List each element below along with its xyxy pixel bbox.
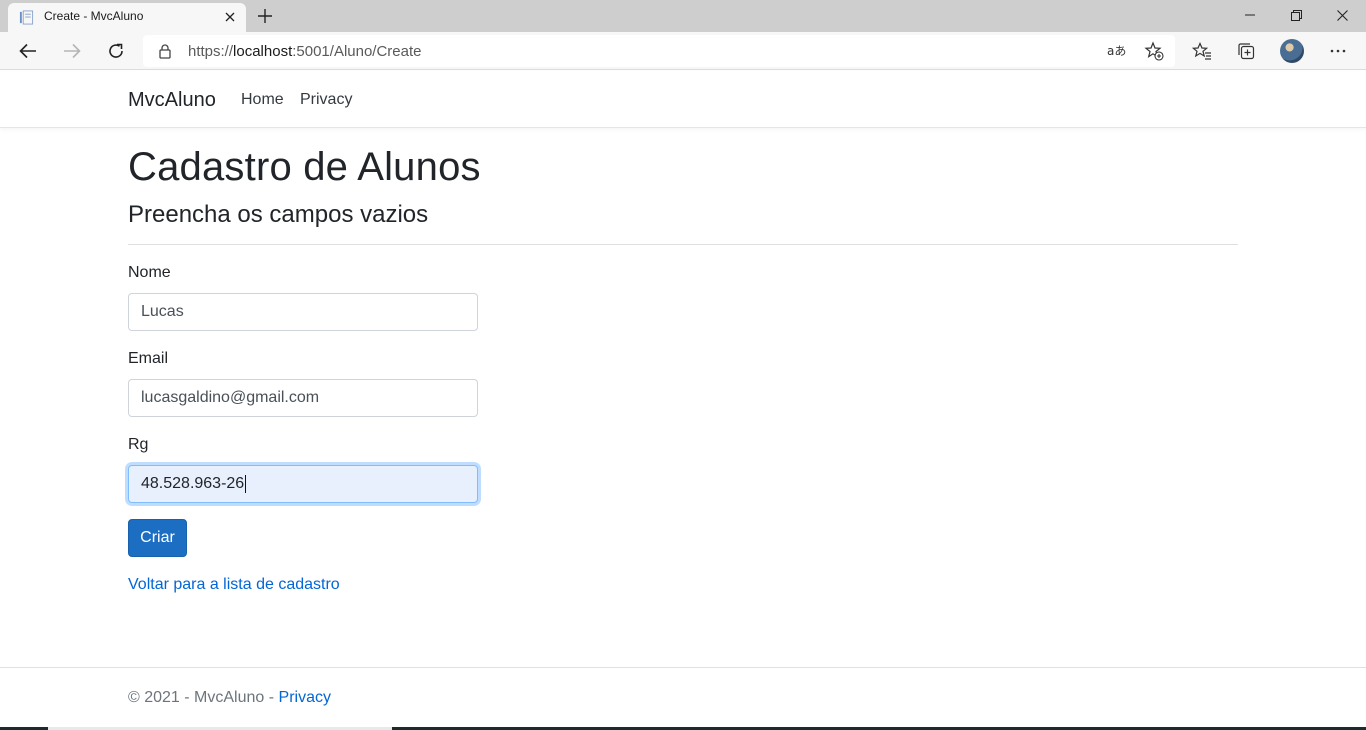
nav-link-privacy[interactable]: Privacy <box>300 91 352 109</box>
tab-close-button[interactable] <box>220 7 240 27</box>
collections-icon <box>1238 43 1255 60</box>
close-window-button[interactable] <box>1319 0 1365 30</box>
rg-label: Rg <box>128 436 149 453</box>
new-tab-button[interactable] <box>254 5 276 27</box>
restore-button[interactable] <box>1273 0 1319 30</box>
restore-icon <box>1290 9 1302 21</box>
plus-icon <box>258 9 272 23</box>
refresh-button[interactable] <box>100 35 132 67</box>
forward-arrow-icon <box>64 43 81 59</box>
favorites-button[interactable] <box>1188 37 1216 65</box>
back-to-list-link[interactable]: Voltar para a lista de cadastro <box>128 576 340 594</box>
back-arrow-icon <box>19 43 36 59</box>
rg-input[interactable]: 48.528.963-26 <box>128 465 478 503</box>
nome-input-value: Lucas <box>141 303 184 320</box>
read-aloud-icon: aあ <box>1107 44 1126 58</box>
read-aloud-button[interactable]: aあ <box>1105 40 1129 62</box>
minimize-button[interactable] <box>1227 0 1273 30</box>
close-window-icon <box>1336 9 1348 21</box>
close-icon <box>225 12 235 22</box>
back-button[interactable] <box>12 35 44 67</box>
footer-divider <box>0 667 1366 668</box>
svg-text:aあ: aあ <box>1107 44 1126 58</box>
collections-button[interactable] <box>1232 37 1260 65</box>
more-button[interactable] <box>1324 37 1352 65</box>
forward-button[interactable] <box>56 35 88 67</box>
add-favorite-icon <box>1144 41 1164 61</box>
address-bar[interactable]: https://localhost:5001/Aluno/Create aあ <box>143 35 1175 67</box>
footer-privacy-link[interactable]: Privacy <box>279 689 331 706</box>
browser-titlebar: Create - MvcAluno <box>0 0 1366 32</box>
rg-input-value: 48.528.963-26 <box>141 475 245 492</box>
footer-copyright: © 2021 - MvcAluno - <box>128 689 279 706</box>
minimize-icon <box>1245 14 1255 16</box>
nome-input[interactable]: Lucas <box>128 293 478 331</box>
navbar-brand[interactable]: MvcAluno <box>128 89 216 112</box>
divider <box>128 244 1238 245</box>
add-favorite-button[interactable] <box>1142 40 1166 62</box>
browser-tab[interactable]: Create - MvcAluno <box>8 3 246 32</box>
refresh-icon <box>109 43 123 58</box>
nav-link-home[interactable]: Home <box>241 91 284 109</box>
browser-toolbar: https://localhost:5001/Aluno/Create aあ <box>0 32 1366 70</box>
page-subtitle: Preencha os campos vazios <box>128 201 429 228</box>
email-input[interactable]: lucasgaldino@gmail.com <box>128 379 478 417</box>
favorites-icon <box>1192 42 1211 60</box>
more-icon <box>1330 49 1346 53</box>
url-text: https://localhost:5001/Aluno/Create <box>188 43 422 60</box>
footer: © 2021 - MvcAluno - Privacy <box>128 689 331 707</box>
app-navbar: MvcAluno Home Privacy <box>0 71 1366 128</box>
tab-title: Create - MvcAluno <box>44 9 144 23</box>
email-label: Email <box>128 350 169 367</box>
email-input-value: lucasgaldino@gmail.com <box>141 389 320 406</box>
profile-button[interactable] <box>1278 37 1306 65</box>
criar-button[interactable]: Criar <box>128 519 187 557</box>
tab-favicon <box>19 10 34 25</box>
text-caret <box>245 475 247 493</box>
lock-icon <box>159 44 171 59</box>
profile-avatar <box>1280 39 1304 63</box>
nome-label: Nome <box>128 264 171 281</box>
page-title: Cadastro de Alunos <box>128 145 481 189</box>
